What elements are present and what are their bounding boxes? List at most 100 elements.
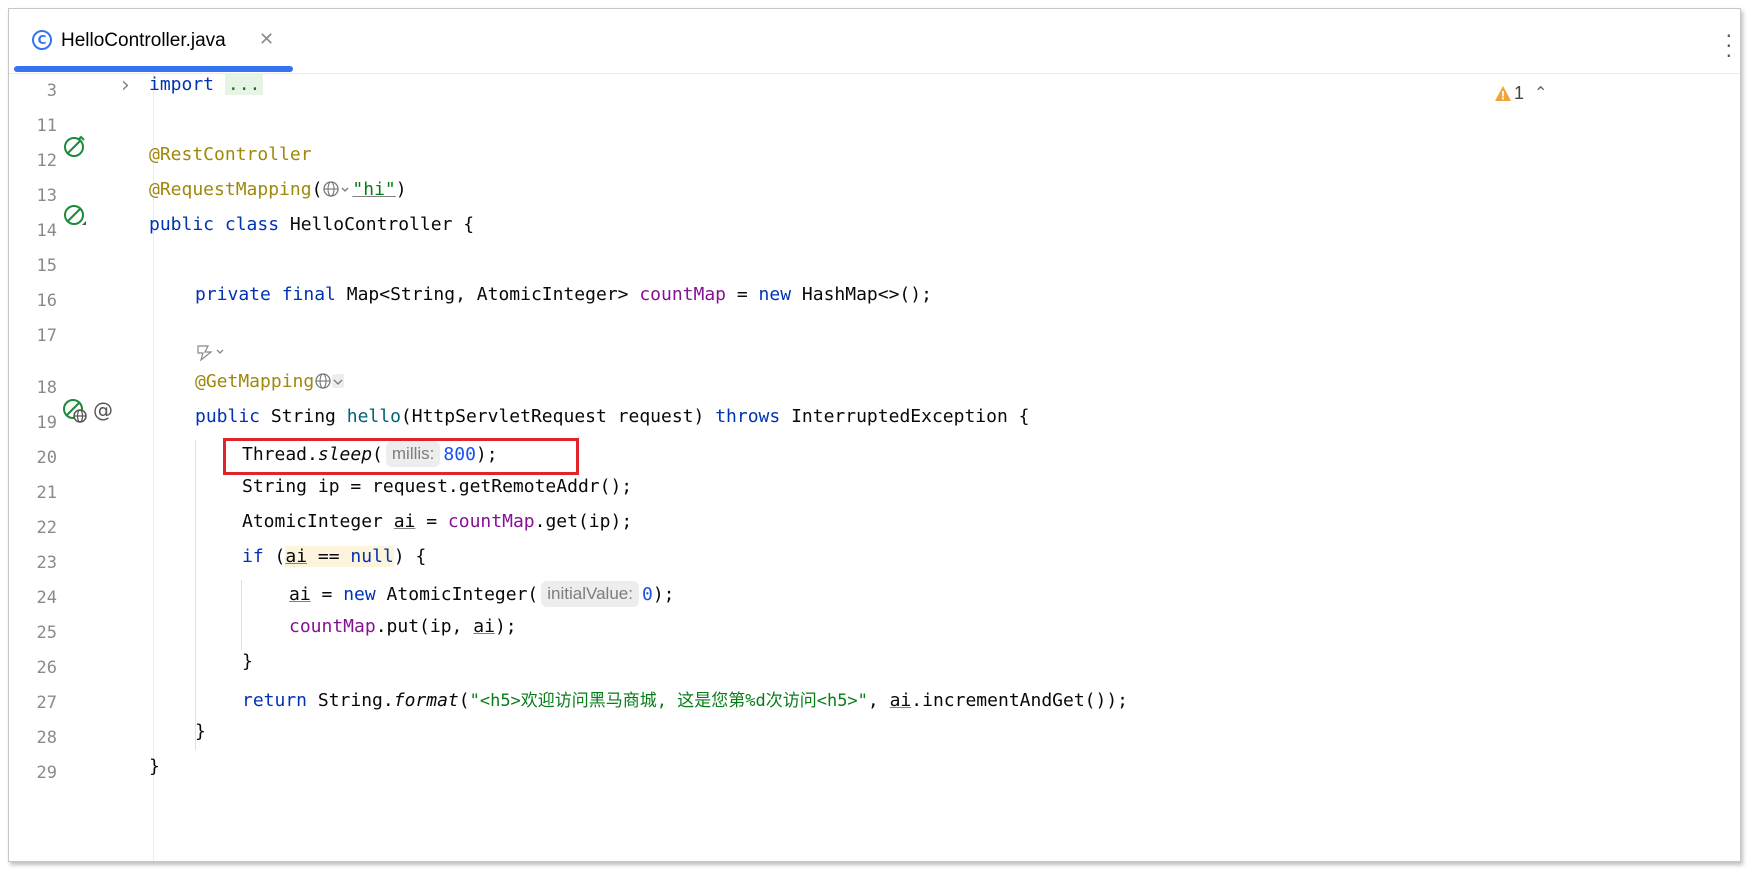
line-number: 17 — [36, 326, 57, 346]
warning-count: 1 — [1514, 83, 1525, 103]
editor-tab[interactable]: C HelloController.java ✕ — [11, 9, 293, 73]
folded-imports[interactable]: ... — [224, 74, 264, 95]
code-line: @GetMapping — [195, 371, 346, 405]
code-line: String ip = request.getRemoteAddr(); — [242, 476, 632, 510]
vertical-scrollbar[interactable] — [1726, 74, 1740, 861]
code-line: import ... — [149, 74, 264, 108]
annotation-icon[interactable]: @ — [91, 399, 115, 423]
code-line: } — [242, 651, 253, 685]
code-line: countMap.put(ip, ai); — [289, 616, 517, 650]
tab-title: HelloController.java — [61, 30, 226, 51]
keyword: return — [242, 690, 308, 711]
code-text: String ip = request.getRemoteAddr(); — [242, 476, 633, 497]
variable: ai — [289, 584, 311, 605]
warning-icon — [1495, 86, 1511, 101]
keyword: if — [242, 546, 264, 567]
code-text: } — [149, 756, 160, 777]
editor-window: C HelloController.java ✕ · · · @ import ..… — [8, 8, 1741, 862]
variable: ai — [889, 690, 912, 711]
annotation: @RequestMapping — [149, 179, 312, 200]
code-line: private final Map<String, AtomicInteger>… — [195, 284, 932, 318]
previous-highlight-icon[interactable]: ⌃ — [1534, 83, 1547, 102]
code-text: HelloController { — [279, 214, 475, 235]
line-number: 27 — [36, 693, 57, 713]
code-text: } — [195, 721, 206, 742]
code-text: .get(ip); — [534, 511, 633, 532]
code-line: } — [149, 756, 160, 790]
code-text: (HttpServletRequest request) — [400, 406, 716, 427]
line-number: 3 — [46, 81, 57, 101]
line-number: 25 — [36, 623, 57, 643]
line-number: 20 — [36, 448, 57, 468]
line-number: 23 — [36, 553, 57, 573]
code-text: ( — [263, 546, 286, 567]
code-text: .incrementAndGet()); — [911, 690, 1129, 711]
spring-bean-icon[interactable] — [63, 204, 87, 228]
code-text: = — [726, 284, 759, 305]
code-text: InterruptedException { — [780, 406, 1030, 427]
code-text: AtomicInteger — [242, 511, 394, 532]
line-number: 13 — [36, 186, 57, 206]
code-text: } — [242, 651, 253, 672]
inspection-highlight[interactable]: ai == null — [285, 546, 394, 567]
code-text: AtomicInteger( — [375, 584, 539, 605]
line-number: 14 — [36, 221, 57, 241]
line-number: 19 — [36, 413, 57, 433]
code-text: , — [867, 690, 890, 711]
line-number: 22 — [36, 518, 57, 538]
code-text: = — [415, 511, 448, 532]
code-text: String — [260, 406, 347, 427]
close-icon[interactable]: ✕ — [259, 29, 274, 50]
code-line: public class HelloController { — [149, 214, 474, 248]
field-name: countMap — [289, 616, 376, 637]
code-line: public String hello(HttpServletRequest r… — [195, 406, 1029, 440]
line-number: 24 — [36, 588, 57, 608]
code-line: @RequestMapping("hi") — [149, 179, 407, 213]
line-number: 12 — [36, 151, 57, 171]
code-text: ( — [311, 179, 323, 200]
more-options-icon[interactable]: · · · — [1726, 26, 1732, 66]
fold-chevron-icon[interactable]: › — [121, 73, 130, 98]
keyword: private final — [195, 284, 336, 305]
request-mapping-icon[interactable] — [63, 399, 87, 423]
parameter-hint: initialValue: — [541, 581, 639, 607]
code-text: = — [310, 584, 344, 605]
code-text: .put(ip, — [375, 616, 474, 637]
code-line: return String.format("<h5>欢迎访问黑马商城, 这是您第… — [242, 686, 1128, 720]
annotation: @RestController — [149, 144, 312, 165]
line-number: 28 — [36, 728, 57, 748]
code-line: if (ai == null) { — [242, 546, 426, 580]
variable: ai — [473, 616, 495, 637]
field-name: countMap — [639, 284, 727, 305]
keyword: throws — [715, 406, 781, 427]
editor-tab-bar: C HelloController.java ✕ · · · — [9, 9, 1740, 74]
line-number: 16 — [36, 291, 57, 311]
code-line: } — [195, 721, 206, 755]
variable: ai — [393, 511, 416, 532]
highlight-annotation-box — [223, 438, 579, 475]
code-line: ai = new AtomicInteger(initialValue: 0); — [289, 581, 675, 615]
line-number: 29 — [36, 763, 57, 783]
code-text: ) { — [393, 546, 427, 567]
bean-endpoint-icon[interactable] — [63, 134, 87, 158]
code-text: HashMap<>(); — [791, 284, 932, 305]
keyword: null — [350, 546, 394, 567]
method-call: format — [393, 690, 459, 711]
active-tab-indicator — [14, 66, 293, 72]
keyword: public class — [149, 214, 280, 235]
code-text: ); — [652, 584, 675, 605]
line-number: 15 — [36, 256, 57, 276]
keyword: public — [195, 406, 261, 427]
variable: ai — [285, 546, 308, 567]
code-text: ( — [458, 690, 470, 711]
class-icon: C — [32, 30, 52, 50]
code-line: @RestController — [149, 144, 312, 178]
string-literal: "hi" — [352, 179, 396, 200]
keyword: new — [758, 284, 792, 305]
line-number: 21 — [36, 483, 57, 503]
method-name: hello — [346, 406, 401, 427]
globe-icon[interactable] — [322, 180, 352, 200]
globe-icon[interactable] — [314, 372, 346, 392]
line-number: 11 — [36, 116, 57, 136]
endpoint-actions-icon[interactable] — [195, 342, 231, 362]
